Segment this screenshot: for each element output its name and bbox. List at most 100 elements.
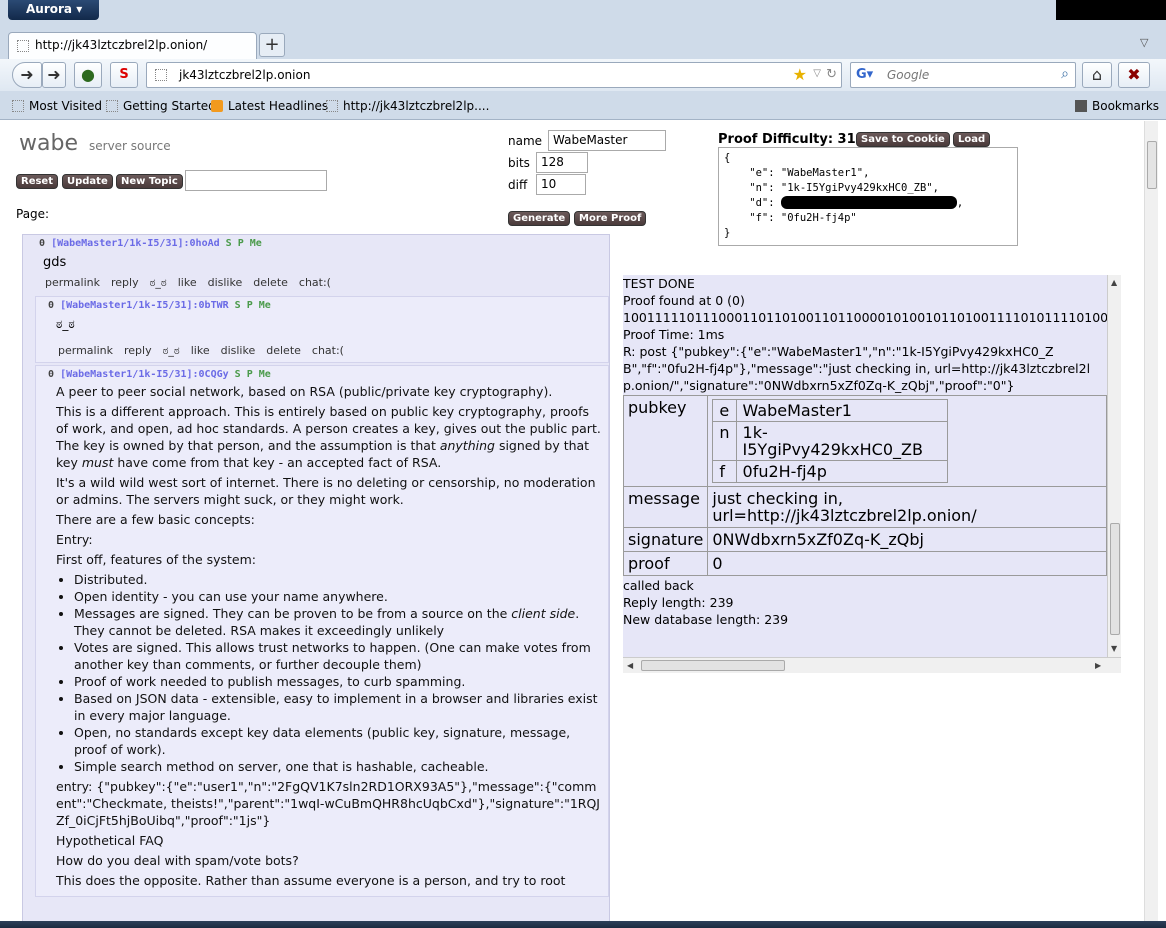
table-cell-label: n <box>712 421 737 461</box>
delete-link[interactable]: delete <box>253 276 288 289</box>
output-vertical-scrollbar[interactable]: ▲ ▼ <box>1107 275 1121 657</box>
output-horizontal-scrollbar[interactable]: ◀ ▶ <box>623 657 1121 673</box>
site-identity-icon <box>155 69 167 81</box>
key-line: , <box>956 197 964 209</box>
permalink-link[interactable]: permalink <box>45 276 100 289</box>
key-line: "n": "1k-I5YgiPvy429kxHC0_ZB", <box>724 182 939 194</box>
tor-onion-button[interactable]: ● <box>74 62 102 88</box>
post-author-link[interactable]: [WabeMaster1/1k-I5/31]:0hoAd <box>51 238 220 249</box>
disapproval-link[interactable]: ಠ_ಠ <box>150 276 167 289</box>
bookmarks-menu[interactable]: Bookmarks <box>1075 99 1159 113</box>
reply-link[interactable]: reply <box>124 344 152 357</box>
disapproval-link[interactable]: ಠ_ಠ <box>163 344 180 357</box>
navigation-toolbar: ➜ ➜ ● S jk43lztczbrel2lp.onion ★ ▽ ↻ G▾ … <box>0 59 1166 91</box>
permalink-link[interactable]: permalink <box>58 344 113 357</box>
output-line: New database length: 239 <box>623 612 789 627</box>
bookmark-star-icon[interactable]: ★ <box>793 65 807 84</box>
bookmark-label: Most Visited <box>29 99 103 113</box>
emphasis: client side <box>511 606 576 621</box>
table-cell-label: message <box>623 486 709 528</box>
url-bar[interactable]: jk43lztczbrel2lp.onion ★ ▽ ↻ <box>146 62 842 88</box>
page-icon <box>106 100 118 112</box>
bookmark-onion-site[interactable]: http://jk43lztczbrel2lp.... <box>326 99 489 113</box>
tab-active[interactable]: http://jk43lztczbrel2lp.onion/ <box>8 32 257 59</box>
load-button[interactable]: Load <box>953 132 991 147</box>
more-proof-button[interactable]: More Proof <box>574 211 647 226</box>
app-menu-button[interactable]: Aurora ▾ <box>8 0 99 20</box>
table-row: message just checking in, url=http://jk43… <box>623 486 1107 528</box>
bookmark-label: Getting Started <box>123 99 216 113</box>
list-tabs-icon[interactable]: ▽ <box>1140 36 1148 49</box>
bookmarks-icon <box>1075 100 1087 112</box>
scroll-up-icon[interactable]: ▲ <box>1111 278 1117 287</box>
new-topic-button[interactable]: New Topic <box>116 174 183 189</box>
noscript-icon: S <box>119 67 129 82</box>
page-content: wabe server source Reset Update New Topi… <box>8 121 1144 921</box>
page-vertical-scrollbar[interactable] <box>1144 121 1158 921</box>
post-author-link[interactable]: [WabeMaster1/1k-I5/31]:0bTWR <box>60 300 229 311</box>
scroll-right-icon[interactable]: ▶ <box>1095 661 1101 670</box>
post-flags[interactable]: S P Me <box>235 369 271 380</box>
scrollbar-thumb[interactable] <box>1110 523 1120 635</box>
diff-input[interactable]: 10 <box>536 174 586 195</box>
home-button[interactable]: ⌂ <box>1082 62 1112 88</box>
post-flags[interactable]: S P Me <box>235 300 271 311</box>
scrollbar-thumb[interactable] <box>1147 141 1157 189</box>
page-icon <box>326 100 338 112</box>
key-textarea[interactable]: { "e": "WabeMaster1", "n": "1k-I5YgiPvy4… <box>718 147 1018 246</box>
output-post-json: R: post {"pubkey":{"e":"WabeMaster1","n"… <box>623 344 1091 393</box>
scrollbar-thumb[interactable] <box>641 660 785 671</box>
article-paragraph: It's a wild wild west sort of internet. … <box>56 475 596 507</box>
update-button[interactable]: Update <box>62 174 113 189</box>
delete-link[interactable]: delete <box>266 344 301 357</box>
reset-button[interactable]: Reset <box>16 174 58 189</box>
name-input[interactable]: WabeMaster <box>548 130 666 151</box>
server-source-link[interactable]: server source <box>89 139 171 153</box>
chat-link[interactable]: chat:( <box>312 344 344 357</box>
post-author-link[interactable]: [WabeMaster1/1k-I5/31]:0CQGy <box>60 369 229 380</box>
bits-input[interactable]: 128 <box>536 152 588 173</box>
search-icon[interactable]: ⌕ <box>1061 66 1069 82</box>
noscript-button[interactable]: S <box>110 62 138 88</box>
post-flags[interactable]: S P Me <box>226 238 262 249</box>
table-row: n 1k-I5YgiPvy429kxHC0_ZB <box>712 421 949 461</box>
result-table: pubkey e WabeMaster1 n 1k-I5YgiPvy429kxHC0… <box>623 395 1107 576</box>
article-paragraph: entry: {"pubkey":{"e":"user1","n":"2FgQV… <box>56 779 600 828</box>
search-bar[interactable]: G▾ Google ⌕ <box>850 62 1076 88</box>
pubkey-table: e WabeMaster1 n 1k-I5YgiPvy429kxHC0_ZB f 0f… <box>712 399 949 483</box>
back-button[interactable]: ➜ <box>12 62 42 88</box>
post-score: 0 <box>39 238 46 249</box>
list-item: Open identity - you can use your name an… <box>74 588 602 605</box>
titlebar-controls <box>1056 0 1166 20</box>
bookmark-getting-started[interactable]: Getting Started <box>106 99 216 113</box>
chat-link[interactable]: chat:( <box>299 276 331 289</box>
scroll-down-icon[interactable]: ▼ <box>1111 644 1117 653</box>
topic-input[interactable] <box>185 170 327 191</box>
site-logo: wabe <box>19 131 78 156</box>
bookmark-most-visited[interactable]: Most Visited <box>12 99 102 113</box>
reply-link[interactable]: reply <box>111 276 139 289</box>
google-icon[interactable]: G▾ <box>856 67 873 82</box>
article-paragraph: Entry: <box>56 532 93 547</box>
table-cell: 0NWdbxrn5xZf0Zq-K_zQbj <box>707 527 1107 552</box>
dislike-link[interactable]: dislike <box>208 276 243 289</box>
article-paragraph: This is a different approach. This is en… <box>56 403 602 471</box>
dislike-link[interactable]: dislike <box>221 344 256 357</box>
like-link[interactable]: like <box>191 344 210 357</box>
table-cell-label: pubkey <box>623 395 709 487</box>
bookmark-label: http://jk43lztczbrel2lp.... <box>343 99 490 113</box>
post: 0 [WabeMaster1/1k-I5/31]:0hoAd S P Me gd… <box>23 235 609 897</box>
post-score: 0 <box>48 300 55 311</box>
generate-button[interactable]: Generate <box>508 211 571 226</box>
url-history-dropdown-icon[interactable]: ▽ <box>813 68 821 79</box>
reload-icon[interactable]: ↻ <box>826 67 837 82</box>
table-cell: 0fu2H-fj4p <box>735 460 949 483</box>
scroll-left-icon[interactable]: ◀ <box>627 661 633 670</box>
new-tab-button[interactable]: + <box>259 33 285 57</box>
addon-button[interactable]: ✖ <box>1118 62 1150 88</box>
forward-button[interactable]: ➜ <box>42 62 66 88</box>
save-to-cookie-button[interactable]: Save to Cookie <box>856 132 950 147</box>
bookmark-latest-headlines[interactable]: Latest Headlines <box>211 99 328 113</box>
like-link[interactable]: like <box>178 276 197 289</box>
table-row: signature 0NWdbxrn5xZf0Zq-K_zQbj <box>623 527 1107 552</box>
